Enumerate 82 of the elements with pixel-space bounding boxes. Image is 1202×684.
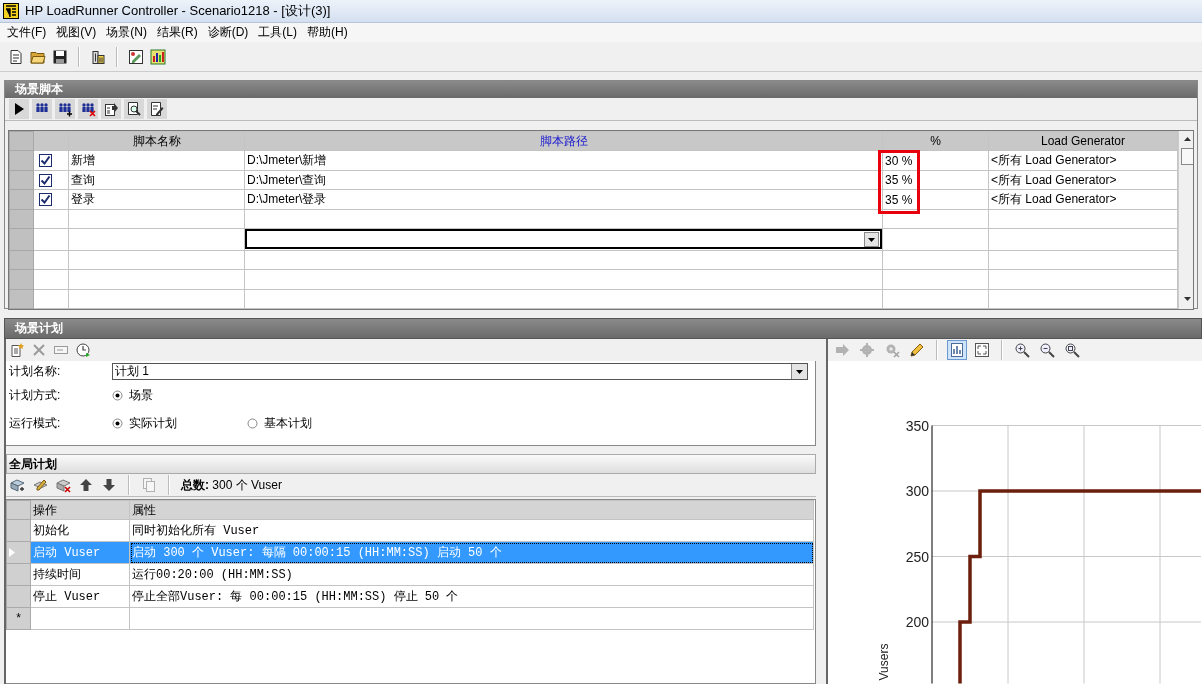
zoom-in-icon[interactable]: [1014, 342, 1030, 358]
column-header[interactable]: 脚本路径: [244, 131, 883, 151]
add-row-icon[interactable]: [9, 477, 25, 493]
column-header[interactable]: 操作: [30, 500, 130, 520]
table-cell: <所有 Load Generator>: [988, 189, 1178, 210]
radio-label[interactable]: 实际计划: [129, 414, 177, 432]
save-icon[interactable]: [52, 48, 68, 65]
people-icon[interactable]: [32, 99, 52, 119]
table-cell[interactable]: 停止 Vuser: [30, 585, 130, 608]
people-remove-icon[interactable]: [78, 99, 98, 119]
checkbox[interactable]: [39, 154, 52, 168]
menu-item[interactable]: 帮助(H): [302, 24, 353, 41]
panel-header: 场景脚本: [5, 81, 1197, 98]
menu-item[interactable]: 结果(R): [152, 24, 203, 41]
axis-title: Vusers: [877, 643, 891, 681]
plan-name-dropdown[interactable]: 计划 1: [112, 362, 808, 380]
checkbox[interactable]: [39, 193, 52, 207]
section-header: 全局计划: [6, 454, 816, 474]
clock-icon[interactable]: [75, 342, 91, 358]
zoom-reset-icon[interactable]: [1064, 342, 1080, 358]
magnifier-document-icon[interactable]: [124, 99, 144, 119]
table-cell: 登录: [68, 189, 245, 210]
pencil-icon[interactable]: [909, 342, 925, 358]
field-label: 计划方式:: [8, 386, 62, 404]
table-cell: 新增: [68, 150, 245, 171]
document-pencil-icon[interactable]: [147, 99, 167, 119]
table-cell: D:\Jmeter\登录: [244, 189, 883, 210]
axis-tick-label: 350: [905, 417, 929, 434]
table-cell: <所有 Load Generator>: [988, 150, 1178, 171]
radio-button[interactable]: [247, 417, 258, 429]
down-arrow-icon[interactable]: [101, 477, 117, 493]
zoom-out-icon[interactable]: [1039, 342, 1055, 358]
path-dropdown[interactable]: [245, 229, 882, 250]
up-arrow-icon[interactable]: [78, 477, 94, 493]
scrollbar[interactable]: [1178, 131, 1193, 309]
axis-tick-label: 300: [905, 483, 929, 499]
fit-view-icon[interactable]: [974, 342, 990, 358]
play-icon[interactable]: [9, 99, 29, 119]
axis-tick-label: 200: [905, 614, 929, 630]
new-row-marker: *: [6, 607, 31, 630]
radio-button[interactable]: [112, 389, 123, 401]
field-label: 计划名称:: [8, 362, 62, 380]
menu-item[interactable]: 诊断(D): [202, 24, 254, 41]
menu-item[interactable]: 工具(L): [253, 24, 302, 41]
menu-item[interactable]: 场景(N): [101, 24, 152, 41]
column-header[interactable]: 脚本名称: [68, 131, 245, 151]
table-cell: 30 %: [885, 153, 913, 168]
document-icon[interactable]: [8, 48, 24, 65]
radio-button[interactable]: [112, 417, 123, 429]
table-cell: <所有 Load Generator>: [988, 170, 1178, 190]
total-vusers-label: 总数: 300 个 Vuser: [181, 476, 282, 494]
checkbox[interactable]: [39, 173, 52, 187]
new-document-icon[interactable]: [9, 342, 25, 358]
table-cell[interactable]: 持续时间: [30, 563, 130, 586]
table-cell[interactable]: 停止全部Vuser: 每 00:00:15 (HH:MM:SS) 停止 50 个: [129, 585, 814, 608]
table-cell[interactable]: 初始化: [30, 519, 130, 542]
window-title: HP LoadRunner Controller - Scenario1218 - [设计(3)]: [25, 2, 331, 20]
column-header[interactable]: Load Generator: [988, 131, 1178, 151]
table-cell[interactable]: 运行00:20:00 (HH:MM:SS): [129, 563, 814, 586]
menu-item[interactable]: 文件(F): [2, 24, 52, 41]
table-cell: 查询: [68, 170, 245, 190]
menu-item[interactable]: 视图(V): [51, 24, 102, 41]
table-cell: 35 %: [885, 173, 913, 188]
table-cell: 35 %: [885, 192, 913, 207]
pencil-row-icon[interactable]: [32, 477, 48, 493]
radio-label[interactable]: 基本计划: [264, 414, 312, 432]
row-pointer-icon: [9, 548, 15, 557]
table-cell: D:\Jmeter\查询: [244, 170, 883, 190]
table-cell: D:\Jmeter\新增: [244, 150, 883, 171]
column-header[interactable]: 属性: [129, 500, 814, 520]
remove-row-icon[interactable]: [55, 477, 71, 493]
people-add-icon[interactable]: [55, 99, 75, 119]
field-label: 运行模式:: [8, 414, 62, 432]
column-header[interactable]: %: [882, 131, 989, 151]
app-logo-icon: [3, 3, 19, 19]
radio-label[interactable]: 场景: [129, 386, 153, 404]
panel-header: 场景计划: [4, 318, 1202, 339]
table-cell[interactable]: 同时初始化所有 Vuser: [129, 519, 814, 542]
axis-tick-label: 250: [905, 548, 929, 565]
pencil-document-icon[interactable]: [128, 48, 144, 65]
grid-chart-icon[interactable]: [150, 48, 166, 65]
building-icon[interactable]: [90, 48, 106, 65]
